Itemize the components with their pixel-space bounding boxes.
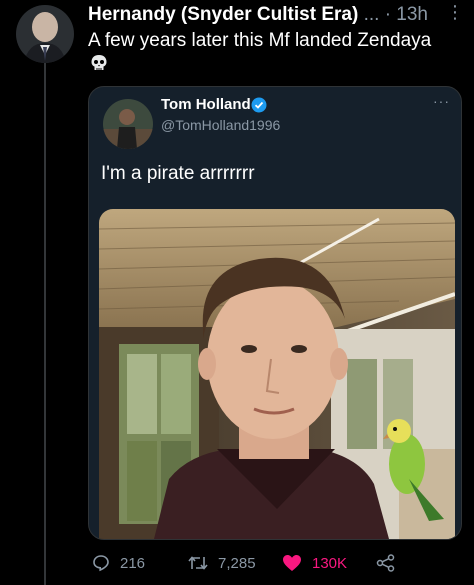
thread-line	[44, 62, 46, 585]
tweet-header: Hernandy (Snyder Cultist Era) ... · 13h	[88, 4, 428, 26]
like-count: 130K	[312, 554, 348, 572]
more-options-icon[interactable]: ⋮	[446, 2, 464, 23]
reply-icon	[93, 555, 109, 572]
tweet-actions-bar: 216 7,285 130K	[0, 548, 474, 578]
share-button[interactable]	[376, 548, 406, 578]
like-button[interactable]: 130K	[282, 548, 347, 578]
heart-icon	[283, 555, 301, 571]
skull-emoji-icon	[90, 54, 108, 72]
quoted-avatar[interactable]	[103, 99, 153, 149]
quoted-author-handle[interactable]: @TomHolland1996	[161, 117, 280, 133]
quoted-more-options-icon[interactable]: ···	[433, 93, 450, 109]
quoted-tweet-photo[interactable]	[99, 209, 455, 539]
quoted-tweet-text: I'm a pirate arrrrrrr	[101, 163, 255, 184]
verified-badge-icon	[251, 97, 267, 113]
reply-button[interactable]: 216	[92, 548, 145, 578]
retweet-count: 7,285	[218, 554, 256, 572]
share-icon	[376, 554, 395, 572]
quoted-author-name[interactable]: Tom Holland	[161, 96, 251, 113]
quoted-tweet-card[interactable]: Tom Holland @TomHolland1996 ··· I'm a pi…	[88, 86, 462, 540]
reply-count: 216	[120, 554, 146, 572]
author-avatar[interactable]	[16, 5, 74, 63]
name-truncation: ...	[363, 4, 380, 25]
author-name[interactable]: Hernandy (Snyder Cultist Era)	[88, 4, 358, 25]
tweet-timestamp[interactable]: 13h	[396, 4, 428, 25]
header-separator: ·	[384, 4, 392, 25]
retweet-button[interactable]: 7,285	[188, 548, 256, 578]
retweet-icon	[188, 556, 208, 570]
tweet-text: A few years later this Mf landed Zendaya	[88, 30, 432, 51]
